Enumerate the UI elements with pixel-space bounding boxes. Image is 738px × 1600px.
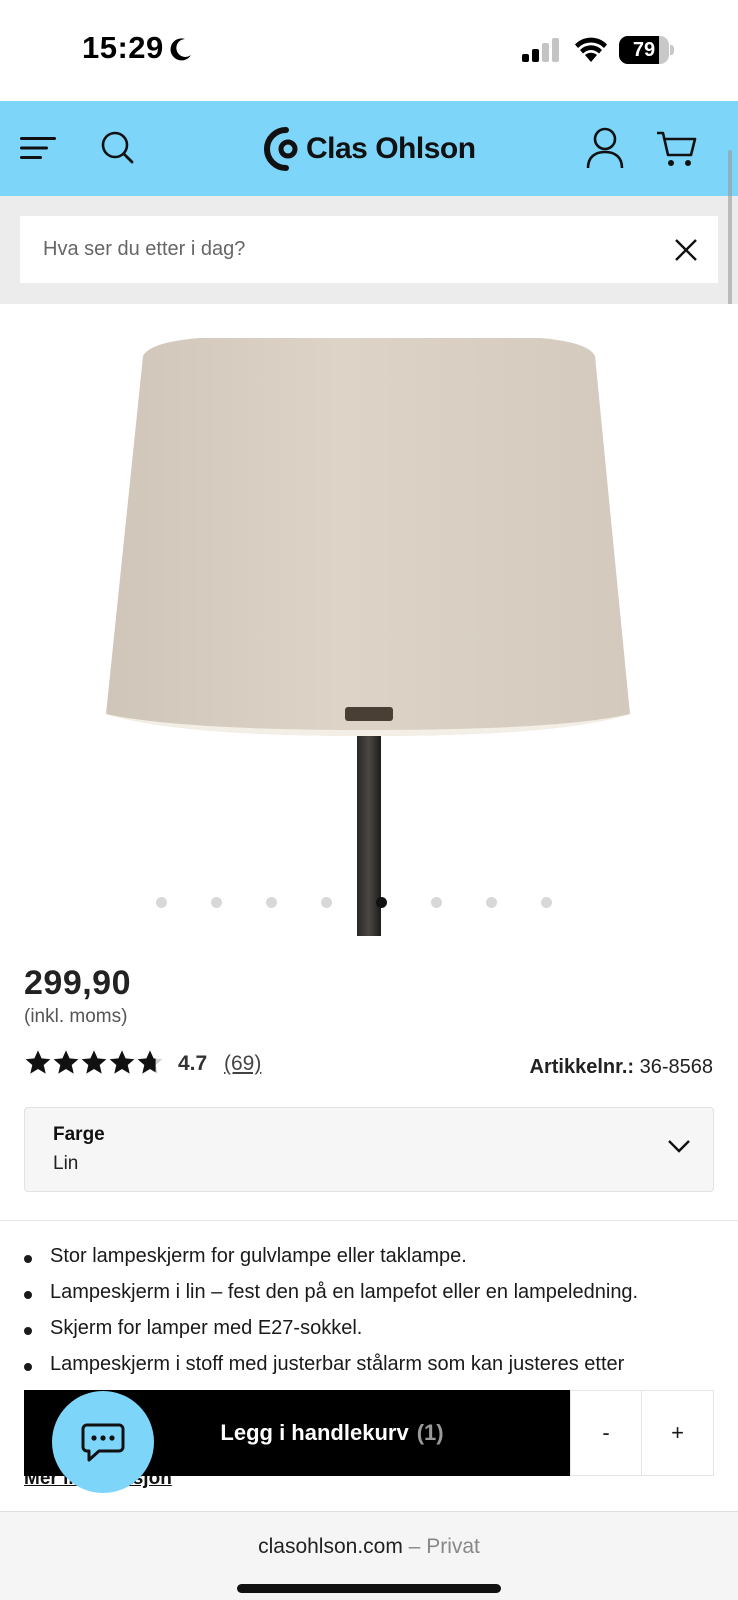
home-indicator[interactable] <box>237 1584 501 1593</box>
close-icon[interactable] <box>674 238 698 262</box>
rating-value: 4.7 <box>178 1052 208 1075</box>
decrease-quantity-button[interactable]: - <box>570 1390 642 1476</box>
product-image-gallery[interactable] <box>0 304 738 936</box>
vat-note: (inkl. moms) <box>24 1006 128 1027</box>
search-box <box>20 216 718 283</box>
signal-icon <box>522 38 559 62</box>
chat-button[interactable] <box>52 1391 154 1493</box>
add-to-cart-label: Legg i handlekurv <box>220 1420 409 1445</box>
browser-bottom-bar: clasohlson.com – Privat <box>0 1511 738 1600</box>
star-icon <box>109 1050 135 1074</box>
browser-mode: Privat <box>426 1535 480 1558</box>
color-select-value: Lin <box>53 1153 79 1174</box>
product-image <box>106 338 630 936</box>
browser-address[interactable]: clasohlson.com – Privat <box>0 1535 738 1559</box>
divider <box>0 1220 738 1221</box>
star-icon <box>25 1050 51 1074</box>
increase-quantity-button[interactable]: + <box>642 1390 714 1476</box>
product-price: 299,90 <box>24 964 131 1002</box>
rating-stars <box>24 1049 164 1075</box>
moon-icon <box>170 38 191 61</box>
chevron-down-icon <box>668 1140 690 1153</box>
search-input[interactable] <box>20 216 660 283</box>
color-select[interactable]: Farge Lin <box>24 1107 714 1192</box>
menu-icon[interactable] <box>20 131 58 165</box>
clas-ohlson-logo-icon <box>264 127 298 171</box>
gallery-dot[interactable] <box>266 897 277 908</box>
color-select-label: Farge <box>53 1124 105 1145</box>
gallery-dot[interactable] <box>486 897 497 908</box>
account-icon[interactable] <box>586 127 624 169</box>
logo[interactable]: Clas Ohlson <box>264 126 476 172</box>
page-scrollbar[interactable] <box>728 150 732 305</box>
review-count-link[interactable]: (69) <box>224 1052 261 1076</box>
battery-level: 79 <box>632 39 656 61</box>
article-number-label: Artikkelnr.: <box>529 1056 635 1078</box>
browser-domain: clasohlson.com <box>258 1535 403 1558</box>
feature-text: Lampeskjerm i stoff med justerbar stålar… <box>50 1353 625 1375</box>
gallery-dot[interactable] <box>156 897 167 908</box>
feature-item: Stor lampeskjerm for gulvlampe eller tak… <box>24 1245 467 1268</box>
search-area <box>0 196 738 304</box>
gallery-dot[interactable] <box>541 897 552 908</box>
feature-text: Lampeskjerm i lin – fest den på en lampe… <box>50 1281 639 1303</box>
star-icon <box>53 1050 79 1074</box>
star-icon <box>81 1050 107 1074</box>
gallery-dot[interactable] <box>321 897 332 908</box>
article-number: Artikkelnr.: 36-8568 <box>530 1056 713 1079</box>
feature-item: Lampeskjerm i stoff med justerbar stålar… <box>24 1353 624 1376</box>
brand-name: Clas Ohlson <box>306 132 476 165</box>
battery-icon: 79 <box>619 36 674 64</box>
feature-item: Skjerm for lamper med E27-sokkel. <box>24 1317 362 1340</box>
gallery-dot[interactable] <box>431 897 442 908</box>
wifi-icon <box>575 37 607 62</box>
feature-text: Stor lampeskjerm for gulvlampe eller tak… <box>50 1245 467 1267</box>
feature-text: Skjerm for lamper med E27-sokkel. <box>50 1317 363 1339</box>
gallery-dot[interactable] <box>211 897 222 908</box>
cart-quantity: (1) <box>416 1420 444 1445</box>
status-time: 15:29 <box>82 30 164 65</box>
search-icon[interactable] <box>99 129 135 165</box>
gallery-dot[interactable] <box>376 897 387 908</box>
status-bar: 15:29 79 <box>0 0 738 101</box>
article-number-value: 36-8568 <box>639 1056 713 1078</box>
feature-item: Lampeskjerm i lin – fest den på en lampe… <box>24 1281 638 1304</box>
site-header: Clas Ohlson <box>0 101 738 196</box>
cart-icon[interactable] <box>656 129 698 169</box>
browser-separator: – <box>408 1535 421 1558</box>
chat-icon <box>81 1423 125 1462</box>
gallery-dots <box>0 897 738 917</box>
star-icon <box>137 1050 163 1074</box>
